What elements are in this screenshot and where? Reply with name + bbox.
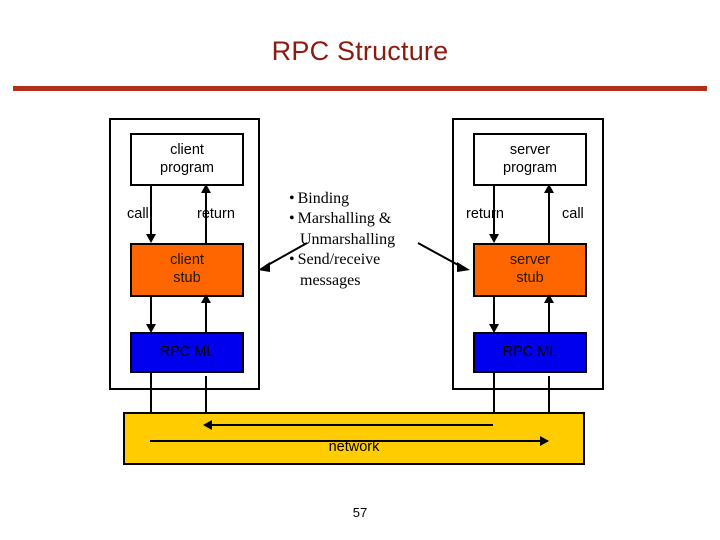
bullet-icon: • <box>289 251 295 269</box>
network-band: network <box>123 412 585 465</box>
server-stub-line2: stub <box>516 270 544 286</box>
client-return-arrowhead <box>201 184 211 193</box>
request-path-arrowhead <box>540 436 549 446</box>
client-call-arrow-line <box>150 186 152 238</box>
client-rpcml-to-stub-line <box>205 300 207 332</box>
note-item-3: • Send/receive <box>289 250 434 270</box>
client-call-label: call <box>127 206 149 222</box>
client-call-arrowhead <box>146 234 156 243</box>
server-rpcml-to-stub-arrowhead <box>544 294 554 303</box>
server-rpcml-label: RPC ML <box>502 343 558 360</box>
server-stub-line1: server <box>509 252 551 269</box>
note-item-3-cont: messages <box>300 271 361 289</box>
bullet-icon: • <box>289 210 295 228</box>
page-title: RPC Structure <box>271 36 449 66</box>
server-return-label: return <box>466 206 504 222</box>
client-stub-line2: stub <box>173 270 201 286</box>
note-item-3-text: Send/receive <box>297 251 381 269</box>
rpc-responsibilities-list: • Binding • Marshalling & Unmarshalling • S… <box>289 189 434 291</box>
client-stub-line1: client <box>170 252 204 269</box>
note-item-1: • Binding <box>289 189 434 209</box>
reply-path-arrowhead <box>203 420 212 430</box>
server-call-arrowhead <box>544 184 554 193</box>
bullet-icon: • <box>289 190 295 207</box>
note-item-2-text: Marshalling & <box>297 210 392 228</box>
client-program-box: client program <box>130 133 244 186</box>
server-program-box: server program <box>473 133 587 186</box>
note-item-1-text: Binding <box>297 190 350 207</box>
server-program-line1: server <box>509 141 551 158</box>
slide-page-number: 57 <box>352 505 368 520</box>
request-path-line <box>150 440 548 442</box>
server-rpcml-to-stub-line <box>548 300 550 332</box>
server-return-arrowhead <box>489 234 499 243</box>
server-rpcml-box: RPC ML <box>473 332 587 373</box>
note-item-2: • Marshalling & <box>289 209 434 229</box>
client-return-label: return <box>197 206 235 222</box>
server-stub-box: server stub <box>473 243 587 297</box>
client-stub-box: client stub <box>130 243 244 297</box>
client-rpcml-box: RPC ML <box>130 332 244 373</box>
client-rpcml-label: RPC ML <box>159 343 215 360</box>
client-program-line1: client <box>170 141 204 158</box>
client-rpcml-to-stub-arrowhead <box>201 294 211 303</box>
client-program-line2: program <box>160 159 214 176</box>
server-call-label: call <box>562 206 584 222</box>
title-divider <box>13 86 707 91</box>
note-item-2-cont: Unmarshalling <box>300 230 396 248</box>
reply-path-line <box>205 424 493 426</box>
server-program-line2: program <box>503 159 557 176</box>
slide-canvas: RPC Structure client program call return… <box>0 0 720 540</box>
server-call-arrow-line <box>548 190 550 243</box>
